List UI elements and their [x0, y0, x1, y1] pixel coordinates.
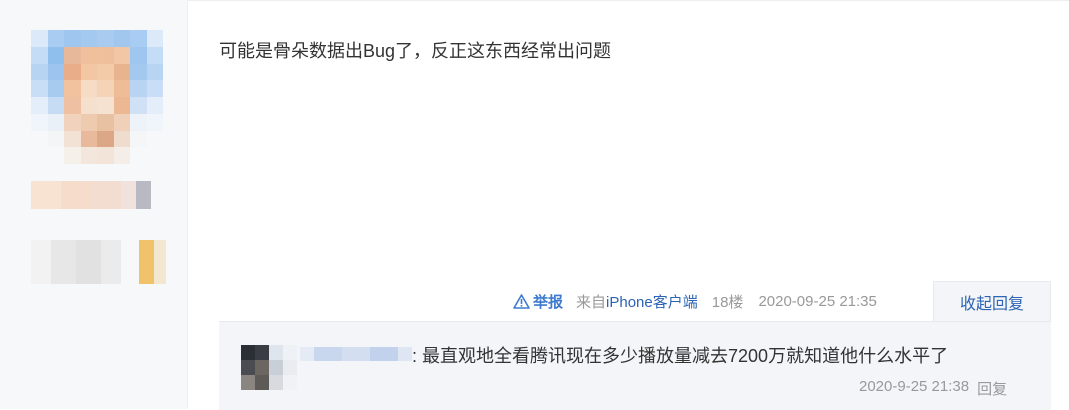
author-username-blurred[interactable] [31, 181, 151, 209]
reply-author-avatar[interactable] [241, 345, 297, 390]
reply-content: : 最直观地全看腾讯现在多少播放量减去7200万就知道他什么水平了 [412, 343, 948, 369]
author-level-badge-blurred [31, 240, 166, 284]
warning-triangle-icon [513, 293, 530, 309]
reply-timestamp: 2020-9-25 21:38 [859, 378, 970, 395]
post-meta: 举报 来自iPhone客户端 18楼 2020-09-25 21:35 [513, 290, 877, 312]
reply-meta: 2020-9-25 21:38 回复 [859, 378, 1007, 399]
post-content: 可能是骨朵数据出Bug了，反正这东西经常出问题 [219, 41, 612, 61]
author-sidebar [0, 0, 188, 409]
author-avatar[interactable] [31, 30, 163, 164]
report-label: 举报 [533, 293, 564, 311]
floor-number: 18楼 [711, 293, 744, 311]
reply-separator: : [412, 346, 418, 366]
reply-content-text: 最直观地全看腾讯现在多少播放量减去7200万就知道他什么水平了 [422, 346, 949, 366]
reply-author-name-blurred[interactable] [300, 347, 412, 361]
source-device-link[interactable]: iPhone客户端 [606, 294, 698, 311]
reply-button[interactable]: 回复 [977, 378, 1007, 399]
source-prefix: 来自 [576, 293, 607, 311]
report-button[interactable]: 举报 [513, 291, 563, 312]
collapse-replies-button[interactable]: 收起回复 [933, 281, 1051, 322]
post-source: 来自iPhone客户端 [576, 291, 698, 312]
post-timestamp: 2020-09-25 21:35 [758, 292, 877, 310]
